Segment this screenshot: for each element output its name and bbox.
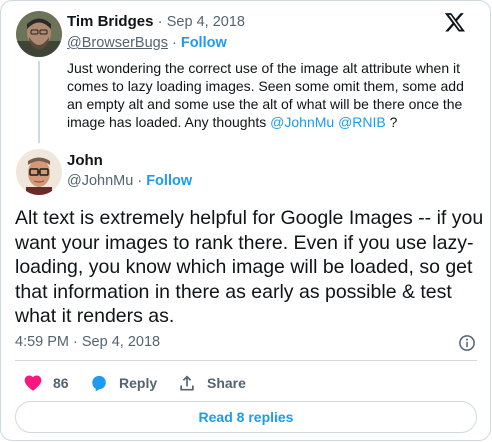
divider [15,360,477,361]
info-icon[interactable] [458,334,476,352]
reply-bubble-icon [92,375,106,392]
reply-tweet-text: Alt text is extremely helpful for Google… [15,207,484,327]
share-label: Share [207,375,246,391]
reply-handle[interactable]: @JohnMu [67,173,133,189]
mention-johnmu[interactable]: @JohnMu [270,114,334,130]
read-replies-button[interactable]: Read 8 replies [15,401,477,433]
quoted-handle[interactable]: @BrowserBugs [67,35,168,51]
thread-connector-line [38,61,40,143]
quoted-date[interactable]: Sep 4, 2018 [167,14,245,30]
quoted-follow-link[interactable]: Follow [181,35,227,51]
reply-button[interactable]: Reply [89,373,157,393]
quoted-author-name[interactable]: Tim Bridges [67,13,153,30]
share-icon [180,375,194,391]
reply-label: Reply [119,375,158,391]
tweet-card: Tim Bridges · Sep 4, 2018 @BrowserBugs ·… [0,0,491,441]
dot-separator: · [137,173,147,189]
tweet-timestamp[interactable]: 4:59 PM · Sep 4, 2018 [15,334,160,350]
quoted-tweet-text: Just wondering the correct use of the im… [67,60,464,130]
mention-rnib[interactable]: @RNIB [338,114,386,130]
read-replies-label: Read 8 replies [198,409,294,425]
x-logo-icon[interactable] [444,11,466,33]
share-button[interactable]: Share [177,373,246,393]
reply-follow-link[interactable]: Follow [146,173,192,189]
reply-author-name[interactable]: John [67,152,103,169]
heart-icon [24,375,42,391]
like-button[interactable]: 86 [23,373,69,393]
like-count: 86 [53,375,69,391]
john-avatar[interactable] [16,149,62,195]
dot-separator: · [171,35,181,51]
tim-bridges-avatar[interactable] [16,11,62,57]
dot-separator: · [157,13,167,30]
